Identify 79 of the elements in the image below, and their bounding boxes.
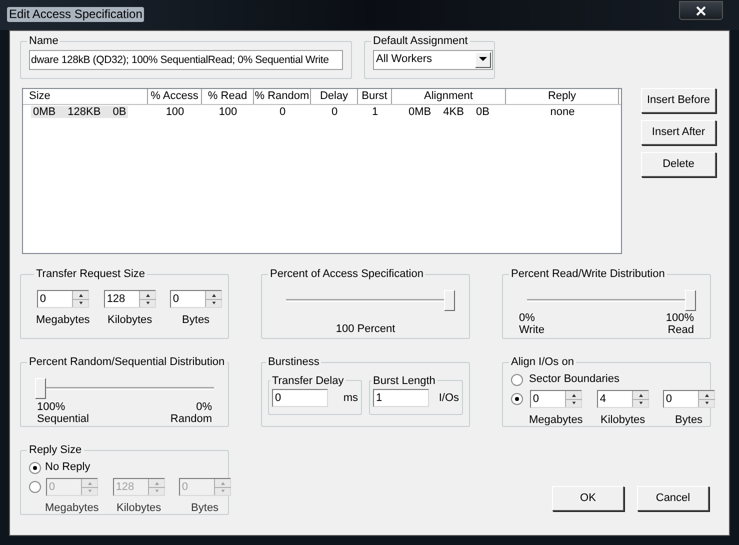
slider-track[interactable] bbox=[527, 290, 696, 312]
table-cell-text: none bbox=[549, 106, 576, 118]
slider-thumb[interactable] bbox=[685, 290, 696, 310]
unit-label: Bytes bbox=[182, 312, 210, 328]
column-header[interactable]: Burst bbox=[358, 89, 392, 104]
dialog-button[interactable]: Insert After bbox=[641, 120, 716, 145]
spin-arrows-icon[interactable] bbox=[204, 290, 221, 306]
spin-field[interactable]: 0 bbox=[662, 390, 715, 408]
unit-label: I/Os bbox=[438, 390, 459, 406]
spin-field[interactable]: 128 bbox=[104, 290, 156, 308]
slider-thumb[interactable] bbox=[35, 378, 46, 398]
radio-button[interactable] bbox=[511, 374, 523, 386]
group-label: Transfer Delay bbox=[271, 374, 345, 388]
unit-label: ms bbox=[343, 390, 358, 406]
group-label: Reply Size bbox=[28, 443, 83, 458]
spin-arrows-icon[interactable] bbox=[698, 391, 714, 407]
spin-field[interactable]: 4 bbox=[596, 390, 649, 408]
radio-label: Sector Boundaries bbox=[529, 372, 620, 386]
spin-arrows-icon[interactable] bbox=[632, 391, 648, 407]
unit-label: Megabytes bbox=[36, 312, 90, 328]
group-label: Percent of Access Specification bbox=[269, 267, 424, 282]
slider-thumb[interactable] bbox=[444, 290, 455, 310]
table-cell-text: 0 bbox=[330, 106, 339, 118]
group-label: Percent Read/Write Distribution bbox=[510, 267, 666, 282]
close-icon bbox=[696, 6, 706, 16]
group-label: Percent Random/Sequential Distribution bbox=[28, 355, 226, 370]
radio-button[interactable] bbox=[29, 481, 41, 493]
table-cell-text: 1 bbox=[370, 106, 380, 118]
column-header[interactable]: Delay bbox=[311, 89, 358, 104]
column-header[interactable]: % Read bbox=[202, 89, 254, 104]
sequential-label: 100% Sequential bbox=[37, 400, 89, 424]
column-header[interactable]: Reply bbox=[506, 89, 619, 104]
slider-track[interactable] bbox=[35, 378, 214, 400]
table-cell-text: 100 bbox=[164, 106, 186, 118]
unit-label: Kilobytes bbox=[600, 413, 646, 428]
radio-button[interactable] bbox=[29, 462, 41, 474]
unit-label: Kilobytes bbox=[107, 312, 152, 328]
unit-label: Megabytes bbox=[529, 413, 583, 428]
close-button[interactable] bbox=[679, 1, 723, 20]
unit-label: Bytes bbox=[675, 413, 703, 428]
spin-field[interactable]: 0 bbox=[530, 390, 582, 408]
table-cell-text: 0 bbox=[278, 106, 287, 118]
column-header[interactable]: Size bbox=[23, 89, 148, 104]
group-label: Align I/Os on bbox=[510, 355, 575, 370]
slider-track[interactable] bbox=[286, 290, 455, 312]
group-label: Name bbox=[28, 34, 60, 49]
spin-arrows-icon[interactable] bbox=[72, 290, 88, 306]
dialog-button[interactable]: Cancel bbox=[637, 486, 709, 511]
write-label: 0% Write bbox=[519, 312, 544, 336]
table-cell: 0MB 128KB 0B bbox=[31, 106, 128, 118]
column-header[interactable]: % Random bbox=[254, 89, 311, 104]
column-header[interactable]: Alignment bbox=[392, 89, 506, 104]
number-field[interactable]: 1 bbox=[373, 389, 429, 407]
name-field[interactable]: dware 128kB (QD32); 100% SequentialRead; 0% Sequential Write bbox=[29, 50, 343, 70]
dialog-button[interactable]: OK bbox=[552, 486, 624, 511]
table-cell-text: 100 bbox=[218, 106, 238, 118]
spin-arrows-icon[interactable] bbox=[138, 290, 155, 306]
spin-field[interactable]: 0 bbox=[170, 290, 222, 308]
spin-field[interactable]: 0 bbox=[36, 290, 89, 308]
number-field[interactable]: 0 bbox=[272, 389, 328, 407]
radio-button[interactable] bbox=[511, 393, 523, 405]
unit-label: Bytes bbox=[191, 501, 219, 516]
dialog-button[interactable]: Delete bbox=[641, 152, 716, 177]
group-label: Default Assignment bbox=[372, 34, 469, 49]
group-label: Transfer Request Size bbox=[35, 267, 146, 282]
assignment-dropdown[interactable]: All Workers bbox=[373, 50, 493, 70]
read-label: 100% Read bbox=[666, 312, 694, 336]
column-header[interactable]: % Access bbox=[148, 89, 202, 104]
unit-label: Megabytes bbox=[45, 501, 99, 516]
group-label: Burstiness bbox=[267, 355, 320, 370]
table-cell-text: 0MB 4KB 0B bbox=[408, 106, 490, 118]
random-label: 0% Random bbox=[170, 400, 212, 424]
dialog-button[interactable]: Insert Before bbox=[641, 88, 716, 113]
spin-arrows-icon[interactable] bbox=[564, 391, 581, 407]
group-label: Burst Length bbox=[372, 374, 436, 388]
unit-label: Kilobytes bbox=[116, 501, 162, 516]
radio-label: No Reply bbox=[45, 460, 90, 474]
window-title: Edit Access Specification bbox=[7, 7, 144, 22]
percent-reading: 100 Percent bbox=[334, 322, 396, 336]
